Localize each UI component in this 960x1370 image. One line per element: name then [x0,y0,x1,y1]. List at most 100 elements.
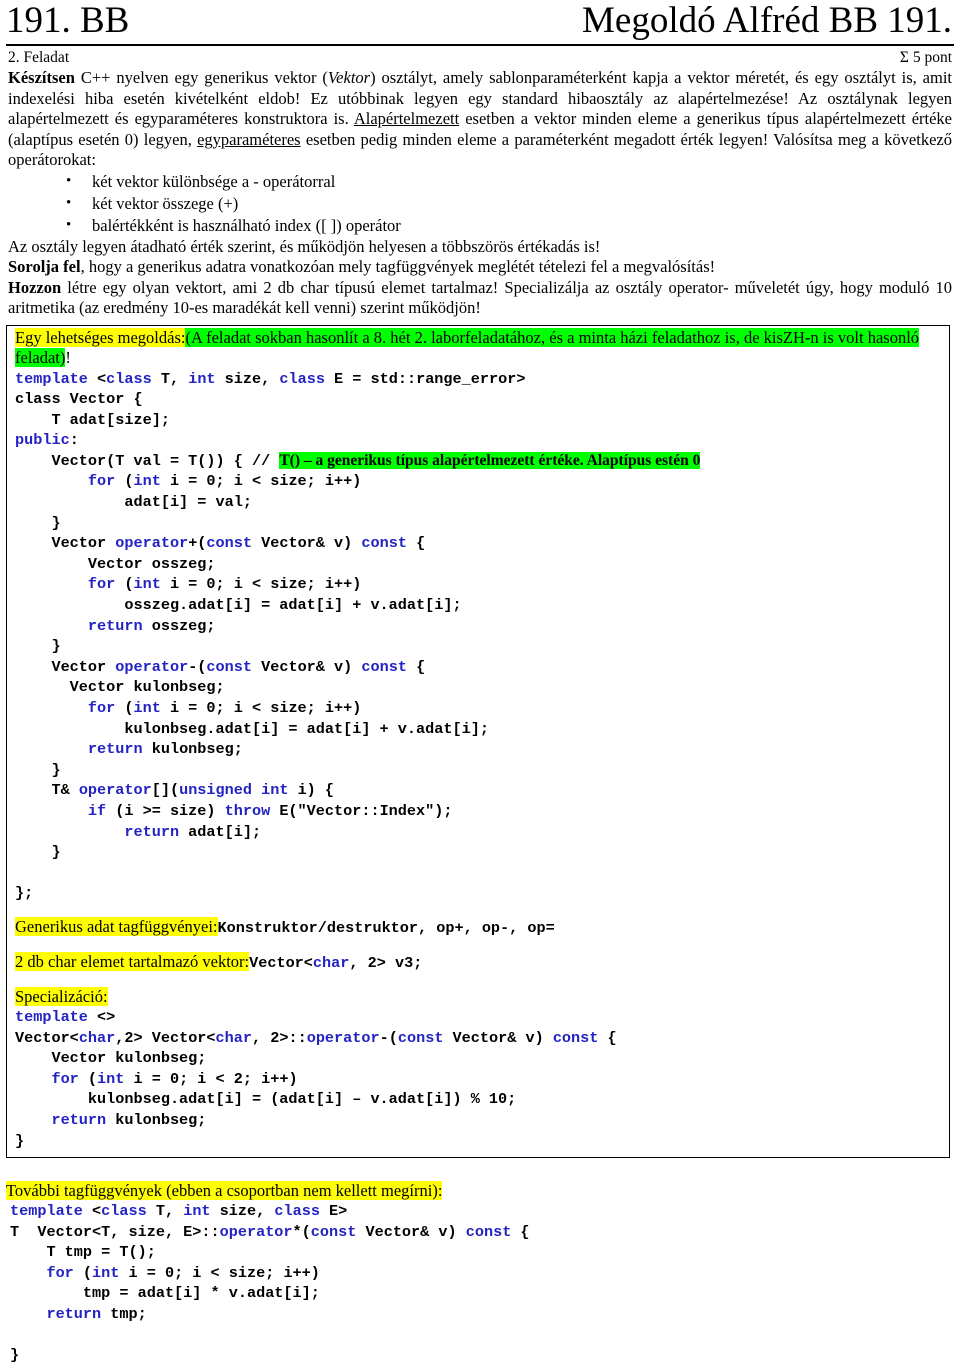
code-t: kulonbseg; [106,1110,207,1129]
list-item: két vektor összege (+) [66,192,952,215]
code-t: Vector& v) [443,1028,553,1047]
desc-italic-vektor: Vektor [327,68,371,87]
code-t: i = 0; i < size; i++) [119,1263,320,1282]
code-kw-const: const [465,1222,512,1241]
code-kw-int: int [133,699,161,717]
code-kw-const: const [206,657,252,676]
code-kw-for: for [10,1263,74,1282]
code-kw-operator: operator [219,1222,293,1241]
code-t: -( [188,657,207,676]
code-kw-const: const [552,1028,599,1047]
additional-members-title: További tagfüggvények (ebben a csoportba… [6,1181,443,1201]
desc-text-para3: , hogy a generikus adatra vonatkozóan me… [80,257,716,276]
vector-decl-kw-char: char [312,953,350,972]
solution-code-box: Egy lehetséges megoldás:(A feladat sokba… [6,324,950,1159]
code-kw-template: template [15,369,88,388]
code-t: Vector& v) [356,1222,466,1241]
code-kw-if: if [15,801,107,820]
code-kw-int: int [188,369,216,388]
code-line: } [15,843,61,862]
members-line: Generikus adat tagfüggvényei:Konstruktor… [11,916,945,939]
code-t: -( [379,1028,398,1047]
code-kw-const: const [397,1028,444,1047]
code-t: ( [78,1069,98,1088]
code-kw-char: char [215,1028,253,1047]
operator-bullet-list: két vektor különbsége a - operátorral ké… [8,170,952,237]
code-line: Vector kulonbseg; [15,678,225,697]
code-kw-throw: throw [224,801,271,820]
code-t: size, [210,1202,275,1221]
code-kw-operator: operator [78,781,152,800]
code-t: adat[i]; [179,822,262,841]
code-kw-int: int [97,1069,125,1088]
task-description: Készítsen C++ nyelven egy generikus vekt… [0,68,960,319]
code-kw-const: const [310,1222,357,1241]
code-line: T tmp = T(); [10,1243,156,1262]
list-item: balértékként is használható index ([ ]) … [66,214,952,237]
code-kw-return: return [15,616,143,635]
code-t: *( [292,1222,311,1241]
code-line: } [15,637,61,656]
header-right-title: Megoldó Alfréd BB 191. [582,0,952,41]
code-kw-return: return [15,740,143,759]
code-t: { [598,1028,617,1047]
code-t: kulonbseg; [142,740,243,759]
desc-bold-hozzon: Hozzon [8,277,62,297]
code-t: Vector& v) [252,534,362,553]
members-label: Generikus adat tagfüggvényei: [15,916,218,936]
code-kw-template: template [10,1202,83,1221]
solution-note-tail: ! [65,347,71,367]
solution-note-label: Egy lehetséges megoldás: [15,327,186,347]
code-kw-operator: operator [115,534,189,553]
code-line: }; [15,884,34,903]
code-line: } [15,1131,25,1150]
code-kw-const: const [361,534,407,553]
solution-note: Egy lehetséges megoldás:(A feladat sokba… [11,327,945,368]
code-t: Vector(T val = T()) { // [15,451,280,470]
code-line: } [15,760,61,779]
desc-text-a: C++ nyelven egy generikus vektor ( [74,68,328,87]
code-t: Vector& v) [252,657,362,676]
code-kw-for: for [15,1069,79,1088]
code-t: Vector< [15,1028,79,1047]
specialization-label-line: Specializáció: [11,986,945,1007]
code-t: ,2> Vector< [115,1028,216,1047]
description-paragraph-4: Hozzon létre egy olyan vektort, ami 2 db… [8,278,952,319]
code-kw-unsigned-int: unsigned int [179,781,289,800]
code-kw-return: return [15,822,180,841]
code-t: , 2>:: [252,1028,307,1047]
code-t: i) { [288,781,335,800]
page-header: 191. BB Megoldó Alfréd BB 191. [0,0,960,44]
code-kw-operator: operator [115,657,189,676]
header-left-title: 191. BB [6,0,130,41]
specialization-label: Specializáció: [15,986,108,1006]
code-t: i = 0; i < size; i++) [160,699,362,717]
code-line: Vector osszeg; [15,554,216,573]
code-line: kulonbseg.adat[i] = (adat[i] – v.adat[i]… [15,1090,517,1109]
code-t: ( [73,1263,93,1282]
code-t: { [406,534,426,553]
code-kw-int: int [133,472,161,491]
code-t: Vector [15,657,116,676]
code-kw-for: for [15,575,116,594]
description-paragraph-3: Sorolja fel, hogy a generikus adatra von… [8,257,952,278]
code-kw-const: const [361,657,407,676]
code-t: i = 0; i < size; i++) [160,472,362,491]
code-t: osszeg; [142,616,216,635]
code-t: E> [319,1202,348,1221]
code-kw-class: class [274,1202,320,1221]
code-line: kulonbseg.adat[i] = adat[i] + v.adat[i]; [15,719,489,738]
description-paragraph-2: Az osztály legyen átadható érték szerint… [8,236,601,256]
list-item: két vektor különbsége a - operátorral [66,170,952,193]
task-number-label: 2. Feladat [8,49,70,66]
code-t: < [82,1202,102,1221]
desc-bold-sorolja: Sorolja fel [8,257,81,276]
desc-text-para4: létre egy olyan vektort, ami 2 db char t… [8,277,952,318]
additional-members-title-row: További tagfüggvények (ebben a csoportba… [6,1180,954,1201]
code-t: ( [115,472,134,491]
code-kw-class: class [106,369,152,388]
additional-members-code: template <class T, int size, class E> T … [6,1201,954,1366]
code-t: size, [215,369,280,388]
code-kw-int: int [183,1202,211,1221]
code-t: T, [146,1202,184,1221]
